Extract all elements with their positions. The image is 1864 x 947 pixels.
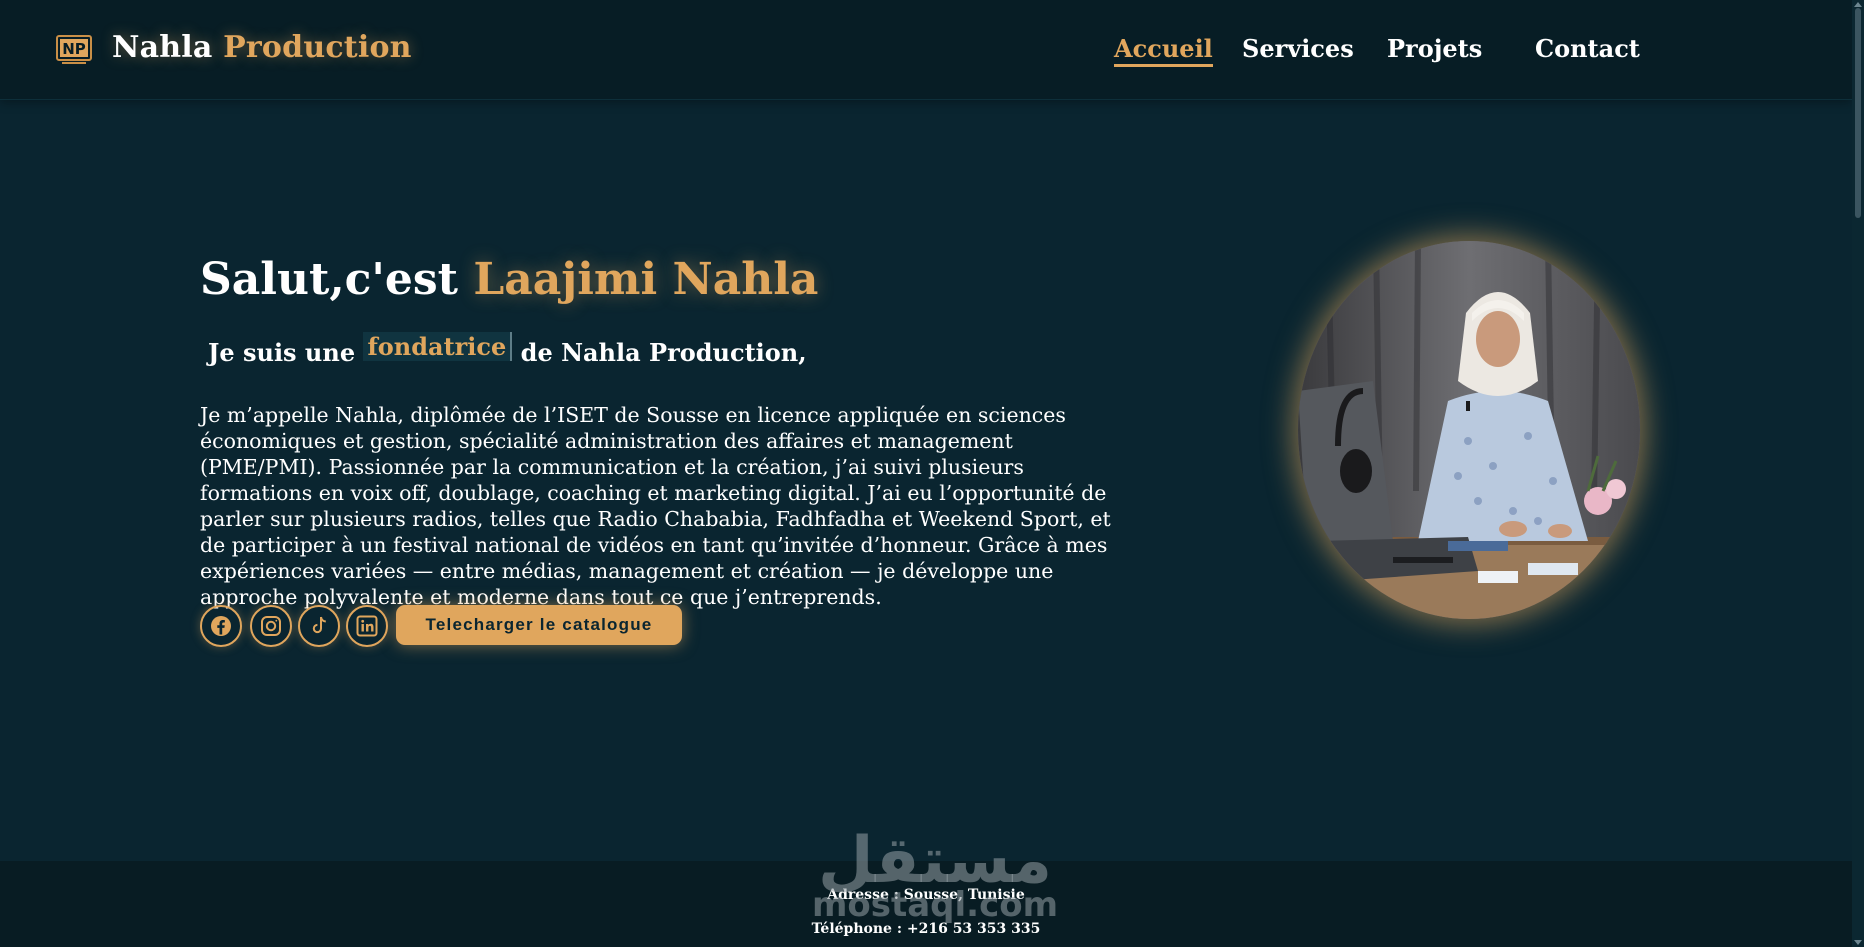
hero-bio: Je m’appelle Nahla, diplômée de l’ISET d… bbox=[200, 403, 1111, 609]
hero-greeting: Salut,c'est bbox=[200, 254, 458, 305]
hero-title: Salut,c'est Laajimi Nahla bbox=[200, 254, 818, 305]
brand-logo-icon[interactable]: NP bbox=[56, 34, 92, 66]
linkedin-icon[interactable] bbox=[346, 605, 388, 647]
brand-first-word: Nahla bbox=[112, 30, 213, 65]
profile-photo bbox=[1298, 241, 1640, 619]
download-catalog-button[interactable]: Telecharger le catalogue bbox=[396, 605, 682, 645]
instagram-icon[interactable] bbox=[250, 605, 292, 647]
nav-item-accueil[interactable]: Accueil bbox=[1114, 34, 1213, 67]
scroll-thumb[interactable] bbox=[1855, 8, 1861, 218]
site-header: NP Nahla Production Accueil Services Pro… bbox=[0, 0, 1852, 100]
brand-name[interactable]: Nahla Production bbox=[112, 30, 412, 65]
typed-role: fondatrice bbox=[363, 332, 513, 361]
footer-phone[interactable]: Téléphone : +216 53 353 335 bbox=[0, 921, 1852, 937]
nav-item-contact[interactable]: Contact bbox=[1535, 34, 1640, 63]
site-footer: Adresse : Sousse, Tunisie Téléphone : +2… bbox=[0, 861, 1852, 947]
nav-item-services[interactable]: Services bbox=[1242, 34, 1354, 63]
nav-item-projets[interactable]: Projets bbox=[1387, 34, 1482, 63]
subtitle-prefix: Je suis une bbox=[208, 338, 356, 367]
brand-second-word: Production bbox=[223, 30, 412, 65]
logo-text: NP bbox=[62, 40, 86, 58]
footer-address: Adresse : Sousse, Tunisie bbox=[827, 887, 1025, 903]
scroll-down-arrow-icon[interactable] bbox=[1854, 940, 1862, 945]
facebook-icon[interactable] bbox=[200, 605, 242, 647]
subtitle-suffix: de Nahla Production, bbox=[520, 338, 807, 367]
hero-name: Laajimi Nahla bbox=[473, 254, 819, 305]
page-scrollbar[interactable] bbox=[1852, 0, 1864, 947]
hero-subtitle: Je suis une fondatrice de Nahla Producti… bbox=[208, 332, 807, 367]
page: NP Nahla Production Accueil Services Pro… bbox=[0, 0, 1864, 947]
scroll-up-arrow-icon[interactable] bbox=[1854, 2, 1862, 7]
tiktok-icon[interactable] bbox=[298, 605, 340, 647]
